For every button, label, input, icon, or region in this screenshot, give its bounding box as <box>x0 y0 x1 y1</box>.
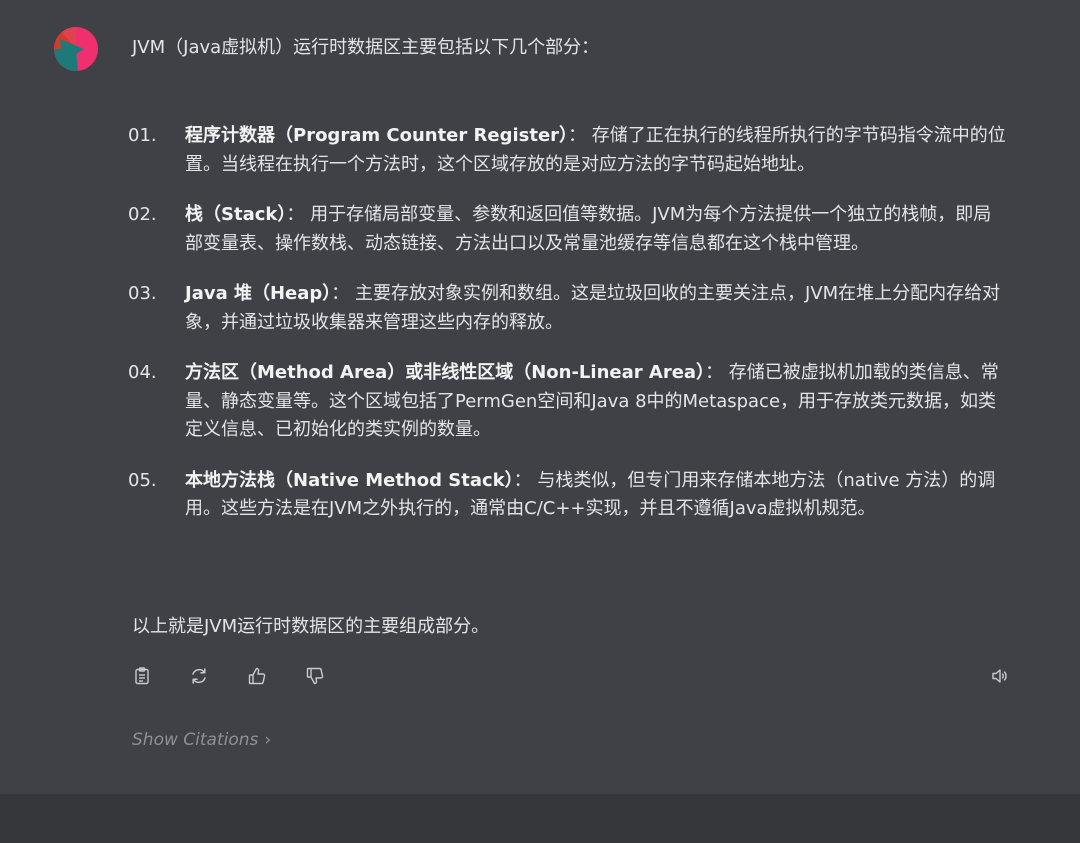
list-item: 05. 本地方法栈（Native Method Stack）： 与栈类似，但专门用… <box>128 467 1008 524</box>
list-item: 02. 栈（Stack）： 用于存储局部变量、参数和返回值等数据。JVM为每个方法… <box>128 201 1008 258</box>
list-item-title: 程序计数器（Program Counter Register） <box>185 125 569 146</box>
speaker-icon <box>992 669 1007 683</box>
dislike-button[interactable] <box>299 660 331 692</box>
regenerate-button[interactable] <box>183 660 215 692</box>
thumbs-down-icon <box>306 667 324 685</box>
thumbs-up-icon <box>248 667 266 685</box>
assistant-avatar-icon <box>54 27 98 71</box>
assistant-message: JVM（Java虚拟机）运行时数据区主要包括以下几个部分： 01. 程序计数器（P… <box>0 0 1080 794</box>
list-item-number: 02. <box>128 204 157 225</box>
list-item-title: Java 堆（Heap） <box>185 283 332 304</box>
clipboard-icon <box>135 667 149 685</box>
bottom-bar <box>0 794 1080 843</box>
show-citations-link[interactable]: Show Citations › <box>132 727 271 753</box>
message-actions <box>124 660 1020 692</box>
list-item: 03. Java 堆（Heap）： 主要存放对象实例和数组。这是垃圾回收的主要关注… <box>128 280 1008 337</box>
list-item-title: 栈（Stack） <box>185 204 287 225</box>
refresh-icon <box>192 668 206 684</box>
conclusion-text: 以上就是JVM运行时数据区的主要组成部分。 <box>132 616 490 637</box>
intro-text: JVM（Java虚拟机）运行时数据区主要包括以下几个部分： <box>132 37 600 58</box>
show-citations-label: Show Citations <box>132 730 259 750</box>
chevron-right-icon: › <box>264 730 272 750</box>
list-item-title: 本地方法栈（Native Method Stack） <box>185 469 514 491</box>
list-item-text: ： 用于存储局部变量、参数和返回值等数据。JVM为每个方法提供一个独立的栈帧，即… <box>185 204 992 254</box>
list-item-number: 05. <box>128 469 157 491</box>
read-aloud-button[interactable] <box>984 660 1016 692</box>
list-item-number: 03. <box>128 283 157 304</box>
list-item-title: 方法区（Method Area）或非线性区域（Non-Linear Area） <box>185 362 706 383</box>
like-button[interactable] <box>241 660 273 692</box>
numbered-list: 01. 程序计数器（Program Counter Register）： 存储了正… <box>128 122 1008 524</box>
copy-button[interactable] <box>126 660 158 692</box>
list-item: 04. 方法区（Method Area）或非线性区域（Non-Linear Are… <box>128 359 1008 445</box>
list-item-number: 04. <box>128 362 157 383</box>
list-item: 01. 程序计数器（Program Counter Register）： 存储了正… <box>128 122 1008 179</box>
list-item-number: 01. <box>128 125 157 146</box>
